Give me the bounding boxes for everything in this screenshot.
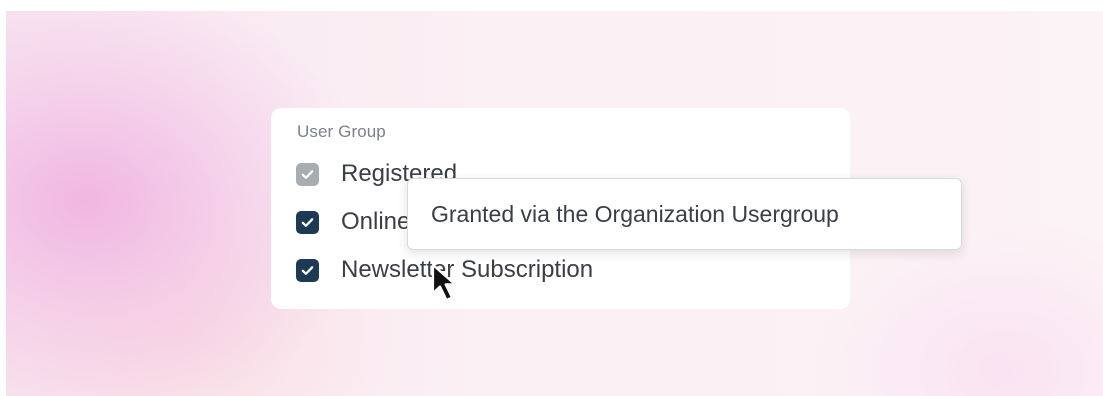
mouse-pointer-icon (431, 263, 457, 302)
tooltip: Granted via the Organization Usergroup (407, 178, 962, 250)
check-icon (301, 169, 314, 179)
check-icon (301, 265, 314, 275)
check-icon (301, 217, 314, 227)
online-shop-customer-checkbox[interactable] (296, 210, 319, 234)
tooltip-text: Granted via the Organization Usergroup (431, 200, 839, 227)
registered-checkbox (296, 162, 319, 186)
user-group-title: User Group (297, 122, 386, 141)
newsletter-subscription-checkbox[interactable] (296, 258, 319, 282)
